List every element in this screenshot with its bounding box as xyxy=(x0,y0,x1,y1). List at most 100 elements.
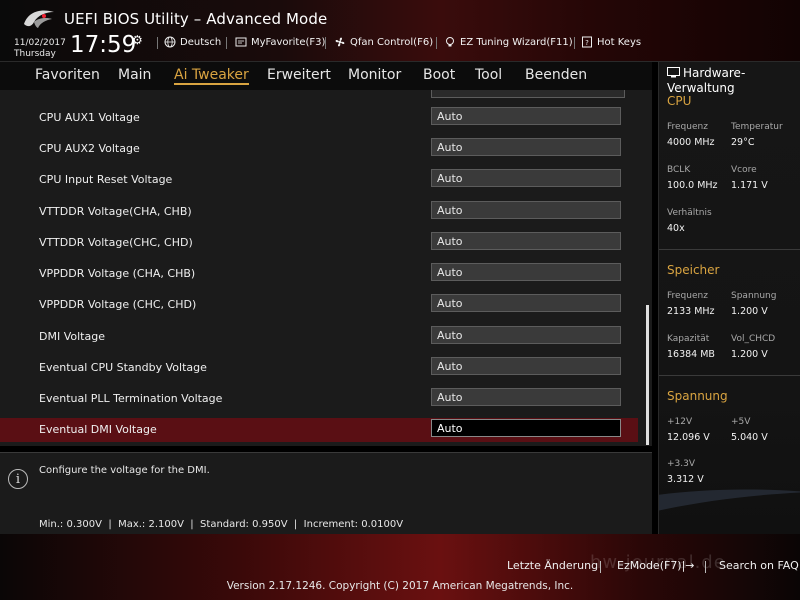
partial-setting-field[interactable] xyxy=(431,90,625,98)
setting-value-field[interactable]: Auto xyxy=(431,326,621,344)
setting-value-field[interactable]: Auto xyxy=(431,388,621,406)
tab-main[interactable]: Main xyxy=(118,67,151,83)
tab-erweitert[interactable]: Erweitert xyxy=(267,67,331,83)
setting-value-field[interactable]: Auto xyxy=(431,138,621,156)
info-icon: i xyxy=(8,469,28,489)
setting-label: DMI Voltage xyxy=(39,330,105,343)
setting-value-field[interactable]: Auto xyxy=(431,357,621,375)
clock-time: 17:59 xyxy=(70,32,137,58)
tab-beenden[interactable]: Beenden xyxy=(525,67,587,83)
setting-value-field[interactable]: Auto xyxy=(431,232,621,250)
qfan-control-button[interactable]: Qfan Control(F6) xyxy=(334,36,433,48)
setting-row[interactable]: VTTDDR Voltage(CHC, CHD) Auto xyxy=(0,231,638,255)
setting-label: VTTDDR Voltage(CHA, CHB) xyxy=(39,205,192,218)
speicher-vol-chcd-label: Vol_CHCD xyxy=(731,334,776,344)
setting-row[interactable]: VPPDDR Voltage (CHA, CHB) Auto xyxy=(0,262,638,286)
hotkeys-label: Hot Keys xyxy=(597,36,642,48)
ez-tuning-label: EZ Tuning Wizard(F11) xyxy=(460,36,573,48)
increment-value: Increment: 0.0100V xyxy=(303,519,404,530)
setting-row[interactable]: VPPDDR Voltage (CHC, CHD) Auto xyxy=(0,293,638,317)
tab-favoriten[interactable]: Favoriten xyxy=(35,67,100,83)
setting-value-field[interactable]: Auto xyxy=(431,263,621,281)
header-bar: UEFI BIOS Utility – Advanced Mode 11/02/… xyxy=(0,0,800,62)
section-divider xyxy=(659,375,800,376)
setting-row[interactable]: VTTDDR Voltage(CHA, CHB) Auto xyxy=(0,200,638,224)
toolbar-divider xyxy=(157,37,158,49)
favorite-screen-icon xyxy=(235,37,247,47)
language-button[interactable]: Deutsch xyxy=(164,36,221,48)
cpu-verhaeltnis-label: Verhältnis xyxy=(667,208,712,218)
setting-label: CPU Input Reset Voltage xyxy=(39,173,173,186)
setting-value-field[interactable]: Auto xyxy=(431,294,621,312)
hardware-monitor-panel: Hardware-Verwaltung CPU Frequenz Tempera… xyxy=(658,62,800,534)
footer-divider xyxy=(600,561,601,573)
day-text: Thursday xyxy=(14,49,56,59)
setting-value-field[interactable]: Auto xyxy=(431,201,621,219)
search-faq-button[interactable]: Search on FAQ xyxy=(719,559,799,572)
setting-label: Eventual CPU Standby Voltage xyxy=(39,361,207,374)
toolbar-divider xyxy=(226,37,227,49)
setting-label: Eventual PLL Termination Voltage xyxy=(39,392,223,405)
section-divider xyxy=(659,249,800,250)
hardware-monitor-title: Hardware-Verwaltung xyxy=(667,66,799,96)
standard-value: Standard: 0.950V xyxy=(200,519,288,530)
spannung-5v-value: 5.040 V xyxy=(731,432,768,443)
setting-row[interactable]: Eventual CPU Standby Voltage Auto xyxy=(0,356,638,380)
help-description: Configure the voltage for the DMI. xyxy=(39,465,210,476)
range-divider: | xyxy=(105,519,115,530)
setting-label: VPPDDR Voltage (CHA, CHB) xyxy=(39,267,196,280)
settings-scrollbar[interactable] xyxy=(646,305,649,445)
setting-row[interactable]: Eventual PLL Termination Voltage Auto xyxy=(0,387,638,411)
setting-row[interactable]: CPU AUX1 Voltage Auto xyxy=(0,106,638,130)
help-document-icon: ? xyxy=(582,36,592,48)
ezmode-button[interactable]: EzMode(F7)|→ xyxy=(617,559,695,572)
spannung-12v-label: +12V xyxy=(667,417,693,427)
last-change-button[interactable]: Letzte Änderung xyxy=(507,559,598,572)
range-divider: | xyxy=(290,519,301,530)
setting-label: Eventual DMI Voltage xyxy=(39,423,157,436)
version-text: Version 2.17.1246. Copyright (C) 2017 Am… xyxy=(226,580,574,592)
setting-row[interactable]: CPU AUX2 Voltage Auto xyxy=(0,137,638,161)
toolbar-divider xyxy=(436,37,437,49)
speicher-kapazitaet-label: Kapazität xyxy=(667,334,710,344)
myfavorite-button[interactable]: MyFavorite(F3) xyxy=(235,36,325,48)
spannung-12v-value: 12.096 V xyxy=(667,432,710,443)
decorative-swoosh xyxy=(659,489,800,511)
setting-row[interactable]: CPU Input Reset Voltage Auto xyxy=(0,168,638,192)
speicher-section-title: Speicher xyxy=(667,263,720,277)
rog-logo xyxy=(24,10,54,28)
setting-value-field[interactable]: Auto xyxy=(431,169,621,187)
cpu-frequenz-value: 4000 MHz xyxy=(667,137,715,148)
setting-row-selected[interactable]: Eventual DMI Voltage Auto xyxy=(0,418,638,442)
footer-divider xyxy=(705,561,706,573)
footer-bar: hw-journal.de Letzte Änderung EzMode(F7)… xyxy=(0,534,800,600)
setting-value-input[interactable]: Auto xyxy=(431,419,621,437)
toolbar-divider xyxy=(574,37,575,49)
language-label: Deutsch xyxy=(180,36,222,48)
clock-settings-gear-icon[interactable]: ⚙ xyxy=(132,33,143,47)
spannung-section-title: Spannung xyxy=(667,389,728,403)
tab-ai-tweaker[interactable]: Ai Tweaker xyxy=(174,67,249,85)
qfan-label: Qfan Control(F6) xyxy=(350,36,434,48)
toolbar-divider xyxy=(325,37,326,49)
myfavorite-label: MyFavorite(F3) xyxy=(251,36,326,48)
hotkeys-button[interactable]: ? Hot Keys xyxy=(581,36,641,48)
setting-row[interactable]: DMI Voltage Auto xyxy=(0,325,638,349)
globe-icon xyxy=(164,36,176,48)
tab-boot[interactable]: Boot xyxy=(423,67,455,83)
ez-tuning-wizard-button[interactable]: EZ Tuning Wizard(F11) xyxy=(444,36,573,48)
bios-window: UEFI BIOS Utility – Advanced Mode 11/02/… xyxy=(0,0,800,600)
cpu-bclk-value: 100.0 MHz xyxy=(667,180,718,191)
cpu-bclk-label: BCLK xyxy=(667,165,691,175)
svg-text:?: ? xyxy=(585,39,589,47)
date-text: 11/02/2017 xyxy=(14,38,66,48)
max-value: Max.: 2.100V xyxy=(118,519,184,530)
tab-tool[interactable]: Tool xyxy=(475,67,502,83)
speicher-vol-chcd-value: 1.200 V xyxy=(731,349,768,360)
tab-monitor[interactable]: Monitor xyxy=(348,67,401,83)
min-value: Min.: 0.300V xyxy=(39,519,102,530)
speicher-frequenz-value: 2133 MHz xyxy=(667,306,715,317)
voltage-range-info: Min.: 0.300V | Max.: 2.100V | Standard: … xyxy=(39,519,403,530)
help-panel: i Configure the voltage for the DMI. Min… xyxy=(0,452,652,535)
setting-value-field[interactable]: Auto xyxy=(431,107,621,125)
